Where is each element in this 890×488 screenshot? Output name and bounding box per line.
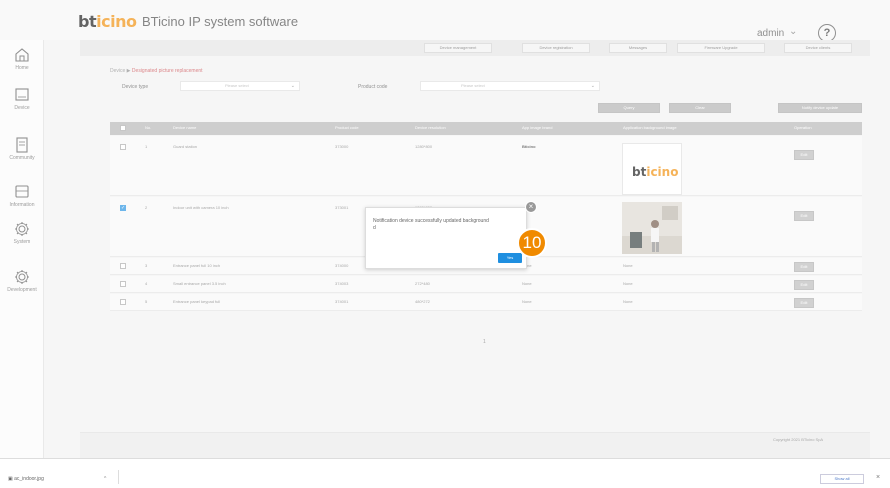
downloads-bar bbox=[0, 458, 890, 488]
download-file-name: ac_indoor.jpg bbox=[14, 476, 44, 482]
yes-button[interactable]: Yes bbox=[498, 253, 522, 263]
divider bbox=[118, 470, 119, 484]
close-icon[interactable]: × bbox=[876, 474, 880, 481]
step-badge: 10 bbox=[517, 228, 547, 258]
download-item[interactable]: ▣ ac_indoor.jpg bbox=[8, 476, 44, 482]
dialog-message-tail: d bbox=[373, 225, 376, 231]
chevron-up-icon[interactable]: ^ bbox=[104, 476, 106, 482]
show-all-button[interactable]: Show all bbox=[820, 474, 864, 484]
dialog-message: Notification device successfully updated… bbox=[373, 218, 519, 232]
file-icon: ▣ bbox=[8, 476, 13, 482]
close-icon[interactable]: × bbox=[525, 201, 537, 213]
dialog-message-text: Notification device successfully updated… bbox=[373, 218, 489, 224]
